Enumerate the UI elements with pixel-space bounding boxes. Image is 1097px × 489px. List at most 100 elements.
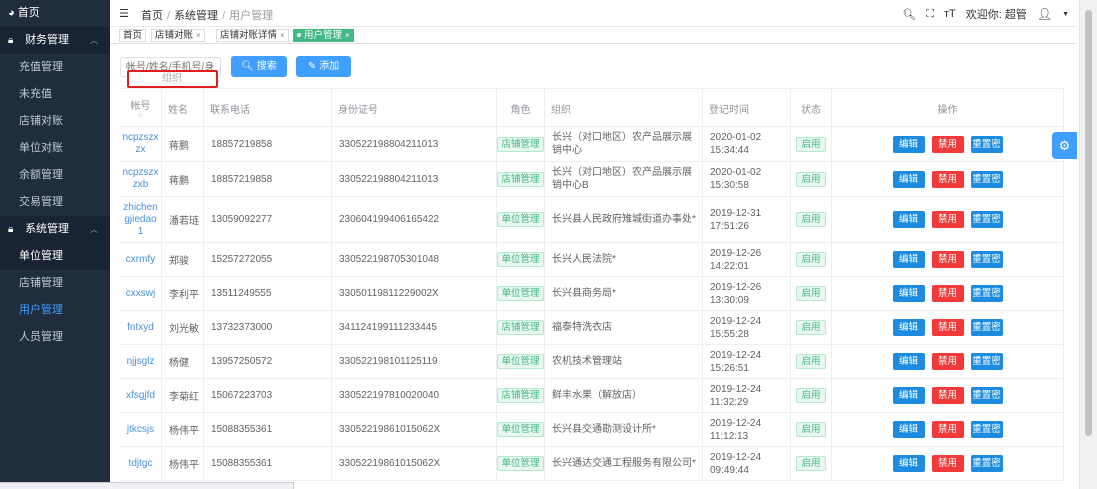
cell-account[interactable]: jtkcsjs — [120, 413, 162, 446]
sidebar-item-staff[interactable]: 人员管理 — [0, 324, 110, 351]
disable-button[interactable]: 禁用 — [931, 135, 964, 153]
edit-button[interactable]: 编辑 — [892, 455, 925, 472]
reset-password-button[interactable]: 重置密 — [970, 421, 1003, 438]
disable-button[interactable]: 禁用 — [931, 285, 964, 302]
sidebar-group-finance[interactable]: 🔒︎ 财务管理 ︿ — [0, 27, 110, 54]
reset-password-button[interactable]: 重置密 — [970, 319, 1003, 336]
reset-password-button[interactable]: 重置密 — [970, 170, 1003, 188]
sidebar-item-label: 人员管理 — [19, 331, 63, 343]
reset-password-button[interactable]: 重置密 — [970, 251, 1003, 268]
org-select[interactable]: 组织 — [127, 70, 218, 88]
breadcrumb-system[interactable]: 系统管理 — [174, 10, 218, 22]
sidebar-item-shop[interactable]: 店铺管理 — [0, 270, 110, 297]
close-icon[interactable]: × — [280, 31, 285, 40]
th-actions: 操作 — [832, 89, 1064, 127]
cell-account[interactable]: tdjtgc — [120, 447, 162, 480]
sidebar-item-shop-reconcile[interactable]: 店铺对账 — [0, 108, 110, 135]
tag-users[interactable]: 用户管理 × — [293, 29, 354, 42]
disable-button[interactable]: 禁用 — [931, 455, 964, 472]
sort-icon[interactable]: ⬦ — [138, 112, 143, 120]
sidebar-item-label: 交易管理 — [19, 196, 63, 208]
edit-button[interactable]: 编辑 — [892, 421, 925, 438]
cell-name-text: 李利平 — [169, 290, 199, 301]
sidebar-item-unit-reconcile[interactable]: 单位对账 — [0, 135, 110, 162]
search-button[interactable]: 🔍︎ 搜索 — [231, 56, 287, 77]
disable-button[interactable]: 禁用 — [931, 211, 964, 228]
table-body: ncpzszxzx 蒋鹏 18857219858 330522198804211013… — [120, 127, 1065, 481]
sidebar-item-not-recharged[interactable]: 未充值 — [0, 81, 110, 108]
edit-button[interactable]: 编辑 — [892, 353, 925, 370]
sidebar-group-system[interactable]: 🔒︎ 系统管理 ︿ — [0, 216, 110, 243]
sidebar: ◕ 首页 🔒︎ 财务管理 ︿ 充值管理 未充值 店铺对账 单位对账 余额管理 交… — [0, 0, 110, 489]
font-size-icon[interactable]: тT — [944, 8, 956, 20]
disable-button[interactable]: 禁用 — [931, 319, 964, 336]
cell-account[interactable]: fntxyd — [120, 311, 162, 344]
cell-status: 启用 — [791, 162, 832, 196]
breadcrumb-home[interactable]: 首页 — [141, 10, 163, 22]
cell-time-text: 2019-12-31 17:51:26 — [710, 207, 762, 232]
cell-account-text: cxxswj — [125, 287, 156, 299]
search-icon[interactable]: 🔍︎ — [902, 8, 916, 21]
cell-org-text: 长兴人民法院* — [552, 254, 616, 265]
hamburger-icon[interactable]: ☰ — [119, 7, 129, 20]
cell-org: 长兴县人民政府雉城街道办事处* — [545, 197, 703, 242]
tag-shop-reconcile[interactable]: 店铺对账 × — [151, 29, 205, 42]
cell-status: 启用 — [791, 197, 832, 242]
cell-time: 2019-12-24 11:32:29 — [703, 379, 791, 412]
tag-home[interactable]: 首页 — [119, 29, 147, 42]
reset-password-button[interactable]: 重置密 — [970, 455, 1003, 472]
cell-account-text: fntxyd — [127, 321, 154, 333]
th-org: 组织 — [545, 89, 703, 127]
cell-phone: 18857219858 — [204, 162, 332, 196]
cell-org: 鲜丰水果（解放店） — [545, 379, 703, 412]
add-button[interactable]: ✎ 添加 — [296, 56, 351, 77]
reset-password-button[interactable]: 重置密 — [970, 211, 1003, 228]
th-account[interactable]: 帐号 ⬦ — [120, 89, 162, 127]
edit-button[interactable]: 编辑 — [892, 170, 925, 188]
edit-button[interactable]: 编辑 — [892, 135, 925, 153]
scrollbar[interactable] — [1079, 0, 1097, 489]
cell-account[interactable]: ncpzszxzxb — [120, 162, 162, 196]
settings-float-button[interactable]: ⚙ — [1052, 132, 1077, 159]
cell-org: 长兴县交通勘测设计所* — [545, 413, 703, 446]
sidebar-item-balance[interactable]: 余额管理 — [0, 162, 110, 189]
edit-button[interactable]: 编辑 — [892, 211, 925, 228]
sidebar-item-transaction[interactable]: 交易管理 — [0, 189, 110, 216]
cell-account[interactable]: xfsgjfd — [120, 379, 162, 412]
edit-button[interactable]: 编辑 — [892, 251, 925, 268]
disable-button[interactable]: 禁用 — [931, 170, 964, 188]
cell-role: 单位管理 — [497, 197, 545, 242]
tag-shop-reconcile-detail[interactable]: 店铺对账详情 × — [216, 29, 289, 42]
close-icon[interactable]: × — [345, 31, 350, 40]
sidebar-item-home[interactable]: ◕ 首页 — [0, 0, 110, 27]
sidebar-item-unit[interactable]: 单位管理 — [0, 243, 110, 270]
caret-down-icon[interactable]: ▼ — [1062, 11, 1069, 18]
edit-button[interactable]: 编辑 — [892, 387, 925, 404]
close-icon[interactable]: × — [196, 31, 201, 40]
scrollbar-thumb[interactable] — [1085, 10, 1092, 436]
disable-button[interactable]: 禁用 — [931, 353, 964, 370]
edit-button[interactable]: 编辑 — [892, 319, 925, 336]
cell-account[interactable]: zhichengjiedao1 — [120, 197, 162, 242]
cell-account[interactable]: cxrmfy — [120, 243, 162, 276]
sidebar-item-recharge[interactable]: 充值管理 — [0, 54, 110, 81]
sidebar-item-users[interactable]: 用户管理 — [0, 297, 110, 324]
cell-role: 单位管理 — [497, 413, 545, 446]
reset-password-button[interactable]: 重置密 — [970, 387, 1003, 404]
cell-actions: 编辑 禁用 重置密 — [832, 162, 1064, 196]
cell-account[interactable]: njjsglz — [120, 345, 162, 378]
cell-id: 330522198804211013 — [332, 127, 497, 161]
cell-account[interactable]: ncpzszxzx — [120, 127, 162, 161]
cell-account[interactable]: cxxswj — [120, 277, 162, 310]
reset-password-button[interactable]: 重置密 — [970, 135, 1003, 153]
fullscreen-icon[interactable]: ⛶ — [926, 8, 934, 21]
user-avatar-icon[interactable]: 👤︎ — [1037, 7, 1052, 21]
disable-button[interactable]: 禁用 — [931, 251, 964, 268]
cell-name-text: 蒋鹏 — [169, 175, 189, 187]
reset-password-button[interactable]: 重置密 — [970, 285, 1003, 302]
disable-button[interactable]: 禁用 — [931, 387, 964, 404]
disable-button[interactable]: 禁用 — [931, 421, 964, 438]
reset-password-button[interactable]: 重置密 — [970, 353, 1003, 370]
cell-account-text: zhichengjiedao1 — [123, 201, 158, 237]
edit-button[interactable]: 编辑 — [892, 285, 925, 302]
